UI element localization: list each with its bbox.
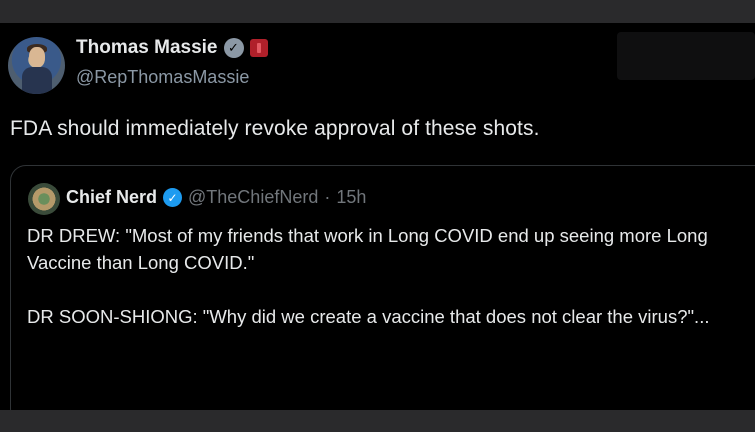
top-bar [0,0,755,23]
quoted-paragraph: DR SOON-SHIONG: "Why did we create a vac… [27,306,710,327]
separator-dot: · [324,187,331,207]
follow-button-area[interactable] [617,32,755,80]
quoted-display-name[interactable]: Chief Nerd [66,187,157,208]
congress-flag-icon[interactable] [249,39,268,57]
bottom-bar [0,410,755,432]
quoted-paragraph: DR DREW: "Most of my friends that work i… [27,225,708,273]
author-display-name[interactable]: Thomas Massie [76,37,218,59]
author-avatar[interactable] [8,37,65,94]
author-name-row: Thomas Massie ✓ [76,37,268,59]
quoted-verified-badge-icon[interactable]: ✓ [163,188,183,207]
verified-badge-icon[interactable]: ✓ [223,38,244,58]
quoted-author-avatar[interactable] [28,183,60,215]
quoted-tweet-card[interactable]: Chief Nerd ✓ @TheChiefNerd · 15h DR DREW… [10,165,755,425]
quoted-body: DR DREW: "Most of my friends that work i… [27,222,755,330]
quoted-handle[interactable]: @TheChiefNerd [188,187,318,208]
tweet-text: FDA should immediately revoke approval o… [10,117,540,140]
quoted-timestamp[interactable]: 15h [336,187,366,208]
author-handle[interactable]: @RepThomasMassie [76,67,249,88]
quoted-header: Chief Nerd ✓ @TheChiefNerd · 15h [66,187,366,208]
